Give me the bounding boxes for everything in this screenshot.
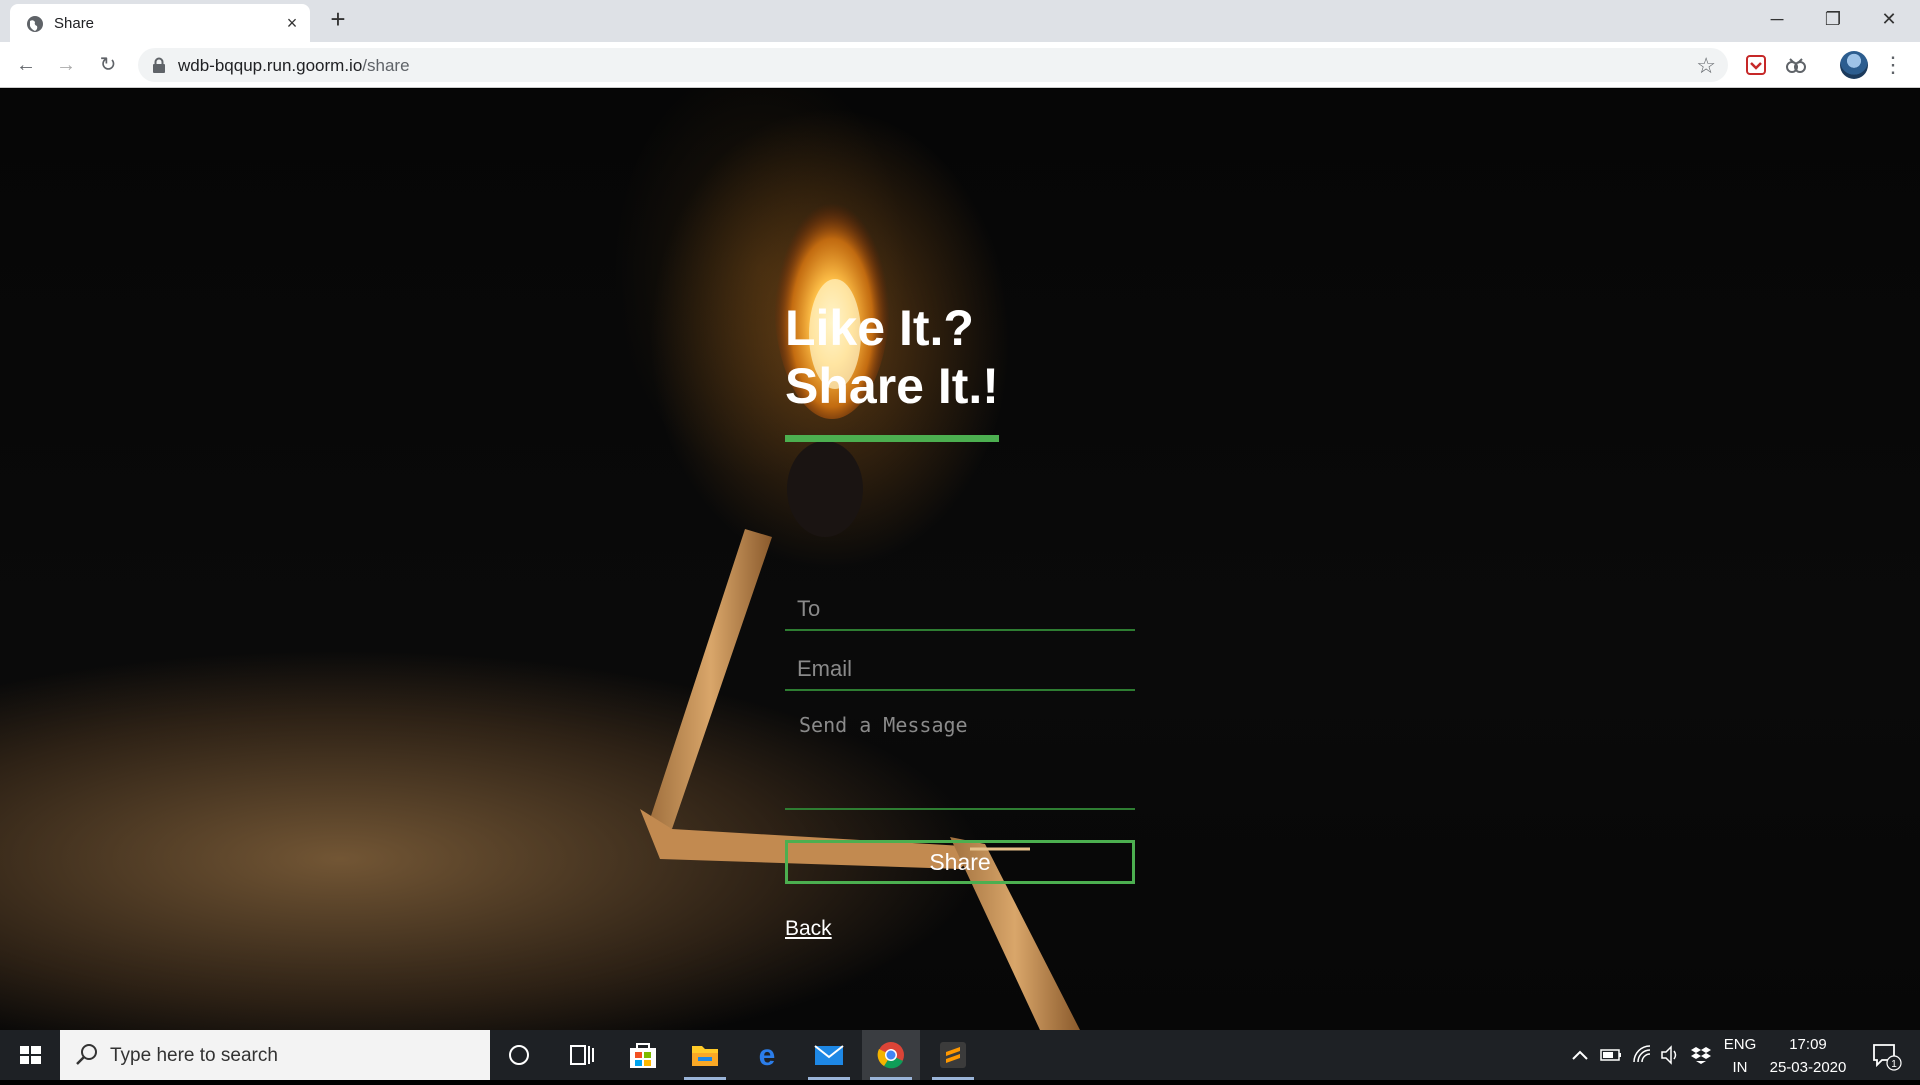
- clock-date: 25-03-2020: [1769, 1059, 1847, 1076]
- taskbar-search-placeholder: Type here to search: [110, 1045, 278, 1066]
- windows-taskbar: Type here to search e ENG IN 17:09 25-03…: [0, 1030, 1920, 1080]
- reload-button[interactable]: ↻: [94, 51, 122, 79]
- bookmark-star-icon[interactable]: ☆: [1696, 53, 1716, 79]
- chrome-taskbar-item[interactable]: [862, 1030, 920, 1080]
- wifi-icon[interactable]: [1630, 1030, 1656, 1080]
- title-underline: [785, 435, 999, 442]
- language-code: ENG: [1723, 1036, 1757, 1053]
- browser-toolbar: ← → ↻ wdb-bqqup.run.goorm.io/share ☆ ⋮: [0, 42, 1920, 88]
- message-field: [785, 703, 1135, 810]
- minimize-button[interactable]: ─: [1754, 6, 1800, 32]
- sublime-taskbar-item[interactable]: [924, 1030, 982, 1080]
- chevron-up-icon[interactable]: [1568, 1030, 1592, 1080]
- volume-icon[interactable]: [1658, 1030, 1684, 1080]
- cortana-icon[interactable]: [490, 1030, 548, 1080]
- restore-button[interactable]: ❐: [1810, 6, 1856, 32]
- message-textarea[interactable]: [785, 703, 1135, 803]
- headline-line-1: Like It.?: [785, 300, 974, 356]
- url-host: wdb-bqqup.run.goorm.io: [178, 56, 363, 75]
- browser-menu-icon[interactable]: ⋮: [1882, 51, 1904, 79]
- tab-title: Share: [54, 15, 95, 32]
- task-view-icon[interactable]: [552, 1030, 610, 1080]
- page-title: Like It.? Share It.!: [785, 299, 1135, 415]
- background-matchstick-image: [640, 109, 1080, 1030]
- notification-center-icon[interactable]: 1: [1860, 1030, 1910, 1080]
- headline-line-2: Share It.!: [785, 358, 999, 414]
- forward-nav-button[interactable]: →: [52, 51, 80, 79]
- mail-taskbar-item[interactable]: [800, 1030, 858, 1080]
- svg-text:e: e: [759, 1039, 776, 1072]
- windows-start-icon[interactable]: [0, 1030, 60, 1080]
- pocket-extension-icon[interactable]: [1744, 53, 1768, 77]
- tab-close-icon[interactable]: ×: [282, 13, 302, 33]
- extension-icon[interactable]: [1784, 53, 1808, 77]
- url-text: wdb-bqqup.run.goorm.io/share: [178, 56, 410, 76]
- globe-icon: [27, 16, 43, 32]
- back-nav-button[interactable]: ←: [12, 51, 40, 79]
- search-icon: [76, 1044, 97, 1065]
- share-page: Like It.? Share It.! Share Back: [0, 89, 1920, 1030]
- clock-time: 17:09: [1789, 1036, 1827, 1053]
- taskbar-search-box[interactable]: Type here to search: [60, 1030, 490, 1080]
- chrome-icon: [877, 1042, 904, 1069]
- notification-count: 1: [1891, 1059, 1897, 1070]
- battery-icon[interactable]: [1598, 1030, 1624, 1080]
- email-input[interactable]: [785, 649, 1135, 689]
- sublime-text-icon: [940, 1042, 966, 1068]
- email-field: [785, 649, 1135, 691]
- back-link[interactable]: Back: [785, 917, 832, 941]
- browser-tab-share[interactable]: Share ×: [10, 4, 310, 42]
- share-button[interactable]: Share: [785, 840, 1135, 884]
- region-code: IN: [1732, 1059, 1748, 1076]
- dropbox-icon[interactable]: [1688, 1030, 1714, 1080]
- clock[interactable]: 17:09 25-03-2020: [1766, 1036, 1850, 1076]
- share-form: Like It.? Share It.! Share Back: [785, 299, 1135, 940]
- url-path: /share: [362, 56, 410, 75]
- mail-icon: [814, 1045, 844, 1065]
- language-indicator[interactable]: ENG IN: [1722, 1036, 1758, 1076]
- lock-icon: [153, 57, 165, 73]
- microsoft-store-icon[interactable]: [614, 1030, 672, 1080]
- file-explorer-taskbar-item[interactable]: [676, 1030, 734, 1080]
- to-field: [785, 589, 1135, 631]
- profile-avatar[interactable]: [1840, 51, 1868, 79]
- file-explorer-icon: [692, 1046, 718, 1066]
- close-window-button[interactable]: ✕: [1866, 6, 1912, 32]
- edge-icon[interactable]: e: [738, 1030, 796, 1080]
- address-bar[interactable]: wdb-bqqup.run.goorm.io/share ☆: [138, 48, 1728, 82]
- to-input[interactable]: [785, 589, 1135, 629]
- browser-tab-strip: Share × + ─ ❐ ✕: [0, 0, 1920, 42]
- new-tab-button[interactable]: +: [326, 6, 350, 32]
